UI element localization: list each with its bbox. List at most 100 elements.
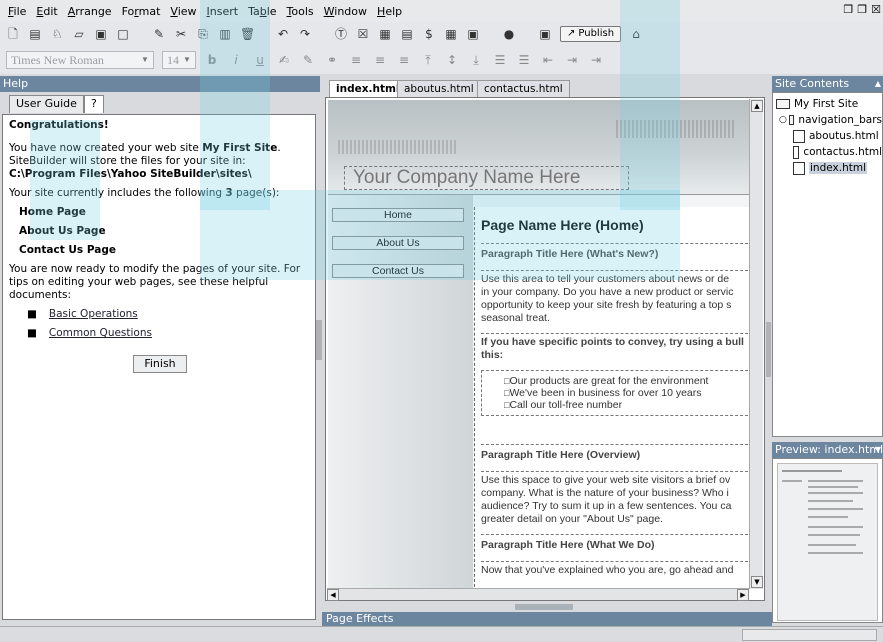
menu-view[interactable]: View [165,5,201,18]
bullet-list-icon[interactable]: ☰ [492,53,508,67]
left-panel-splitter[interactable] [316,320,322,360]
align-right-icon[interactable]: ≡ [396,53,412,67]
redo-icon[interactable]: ↷ [298,27,312,41]
collapse-icon[interactable]: ▲ [875,76,881,92]
scroll-down-icon[interactable]: ▼ [751,576,763,588]
basic-operations-link[interactable]: Basic Operations [49,308,138,321]
underline-icon[interactable]: u [252,53,268,67]
copy-icon[interactable]: ⎘ [196,27,210,41]
scroll-right-icon[interactable]: ▶ [737,589,749,601]
page-editor[interactable]: Your Company Name Here Home About Us Con… [325,97,765,601]
page-content[interactable]: Page Name Here (Home) Paragraph Title He… [474,207,750,588]
restore-icon[interactable]: ❐ [843,3,853,16]
scroll-up-icon[interactable]: ▲ [751,100,763,112]
menu-arrange[interactable]: Arrange [63,5,117,18]
right-panel-splitter[interactable] [766,322,771,377]
tree-item-label: aboutus.html [809,130,879,142]
tree-item-navigation-bars[interactable]: ○ navigation_bars [773,112,882,128]
bullet-list[interactable]: Our products are great for the environme… [481,370,750,416]
menu-insert[interactable]: Insert [202,5,244,18]
bold-icon[interactable]: b [204,53,220,67]
tab-aboutus[interactable]: aboutus.html [397,80,481,98]
tree-item-index[interactable]: index.html [773,160,882,176]
bullet-intro[interactable]: If you have specific points to convey, t… [481,333,750,362]
italic-icon[interactable]: i [228,53,244,67]
paragraph-body[interactable]: Now that you've explained who you are, g… [481,561,750,577]
open-icon[interactable]: ▱ [72,27,86,41]
image-icon[interactable]: ☒ [356,27,370,41]
editor-horizontal-scrollbar[interactable]: ◀ ▶ [327,588,749,601]
form-icon[interactable]: ▤ [400,27,414,41]
tab-question[interactable]: ? [84,95,104,113]
nav-home-button[interactable]: Home [332,208,464,222]
grid-icon[interactable]: ▦ [444,27,458,41]
page-heading[interactable]: Page Name Here (Home) [481,217,750,233]
media-icon[interactable]: ▣ [466,27,480,41]
menu-window[interactable]: Window [319,5,372,18]
page-canvas[interactable]: Your Company Name Here Home About Us Con… [328,100,750,588]
globe-icon[interactable]: ● [502,27,516,41]
save-page-icon[interactable]: □ [116,27,130,41]
tab-index[interactable]: index.html [329,80,407,98]
outdent-icon[interactable]: ⇤ [540,53,556,67]
paragraph-body[interactable]: Use this area to tell your customers abo… [481,270,750,325]
indent-right-icon[interactable]: ⇥ [588,53,604,67]
chevron-down-icon[interactable]: ▼ [875,442,881,458]
valign-bottom-icon[interactable]: ⤓ [468,53,484,68]
float-icon[interactable]: ❐ [857,3,867,16]
common-questions-link[interactable]: Common Questions [49,327,152,340]
expand-icon[interactable]: ○ [779,115,787,125]
money-icon[interactable]: $ [422,27,436,41]
paragraph-title[interactable]: Paragraph Title Here (What We Do) [481,534,750,551]
home-icon[interactable]: ⌂ [629,27,643,41]
font-size-select[interactable]: 14 ▼ [162,51,196,69]
preview-icon[interactable]: ▣ [538,27,552,41]
indent-left-icon[interactable]: ⇥ [564,53,580,67]
finish-button[interactable]: Finish [133,355,187,373]
tree-item-contactus[interactable]: contactus.html [773,144,882,160]
sitemap-icon[interactable]: ♘ [50,27,64,41]
paste-icon[interactable]: ▥ [218,27,232,41]
valign-middle-icon[interactable]: ↕ [444,53,460,67]
menu-format[interactable]: Format [117,5,166,18]
menu-table[interactable]: Table [243,5,281,18]
align-left-icon[interactable]: ≡ [348,53,364,67]
tree-root[interactable]: My First Site [773,96,882,112]
table-icon[interactable]: ▦ [378,27,392,41]
number-list-icon[interactable]: ☰ [516,53,532,67]
paragraph-title[interactable]: Paragraph Title Here (Overview) [481,444,750,461]
delete-icon[interactable]: 🗑 [240,27,255,41]
edit-icon[interactable]: ✎ [152,27,166,41]
menu-tools[interactable]: Tools [282,5,319,18]
menu-file[interactable]: File [3,5,31,18]
tab-user-guide[interactable]: User Guide [9,95,84,113]
new-page-icon[interactable]: 🗋 [6,27,20,41]
align-center-icon[interactable]: ≡ [372,53,388,67]
text-box-icon[interactable]: Ⓣ [334,27,348,41]
company-name-text[interactable]: Your Company Name Here [344,166,629,190]
save-icon[interactable]: ▣ [94,27,108,41]
font-family-select[interactable]: Times New Roman ▼ [6,51,154,69]
highlight-icon[interactable]: ✎ [300,53,316,67]
undo-icon[interactable]: ↶ [276,27,290,41]
menu-help[interactable]: Help [372,5,407,18]
page-effects-bar[interactable]: Page Effects [322,612,772,626]
page-banner[interactable]: Your Company Name Here [328,100,750,195]
menu-edit[interactable]: Edit [31,5,62,18]
text-color-icon[interactable]: ✍ [276,53,292,67]
scroll-left-icon[interactable]: ◀ [327,589,339,601]
tab-contactus[interactable]: contactus.html [477,80,570,98]
tree-item-aboutus[interactable]: aboutus.html [773,128,882,144]
publish-button[interactable]: ↗ Publish [560,26,622,42]
valign-top-icon[interactable]: ⤒ [420,53,436,68]
nav-contactus-button[interactable]: Contact Us [332,264,464,278]
editor-vertical-scrollbar[interactable]: ▲ ▼ [749,99,763,589]
cut-icon[interactable]: ✂ [174,27,188,41]
close-icon[interactable]: ☒ [871,3,881,16]
nav-aboutus-button[interactable]: About Us [332,236,464,250]
paragraph-title[interactable]: Paragraph Title Here (What's New?) [481,243,750,260]
page-effects-splitter[interactable] [515,604,573,610]
paragraph-body[interactable]: Use this space to give your web site vis… [481,471,750,526]
new-site-icon[interactable]: ▤ [28,27,42,41]
link-icon[interactable]: ⚭ [324,53,340,67]
